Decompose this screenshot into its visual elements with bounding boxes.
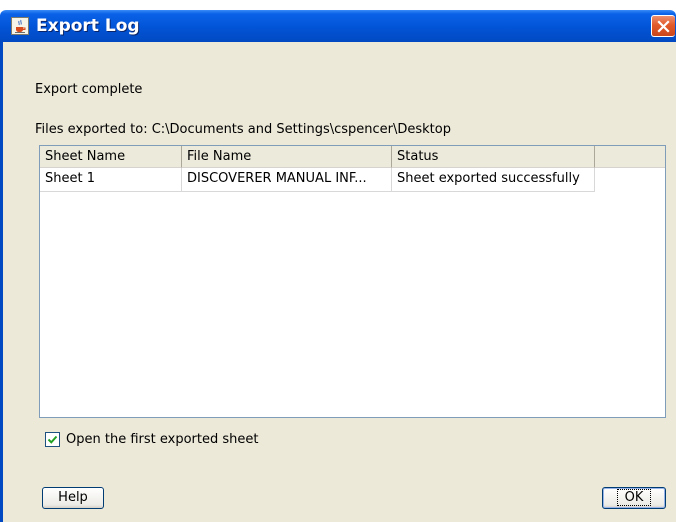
export-log-table[interactable]: Sheet Name File Name Status Sheet 1 DISC… xyxy=(39,145,666,418)
column-header-file-name[interactable]: File Name xyxy=(182,146,392,168)
column-header-filler xyxy=(595,146,665,168)
cell-file-name: DISCOVERER MANUAL INF... xyxy=(182,168,392,191)
window-title: Export Log xyxy=(36,16,140,36)
checkmark-icon xyxy=(47,435,58,444)
close-button[interactable] xyxy=(651,15,675,37)
open-first-sheet-checkbox[interactable] xyxy=(45,432,60,447)
close-icon xyxy=(657,20,670,33)
java-cup-icon xyxy=(11,17,29,35)
title-bar[interactable]: Export Log xyxy=(0,10,676,42)
export-log-dialog: Export Log Export complete Files exporte… xyxy=(0,10,676,522)
ok-button-label: OK xyxy=(616,489,652,506)
column-header-sheet-name[interactable]: Sheet Name xyxy=(40,146,182,168)
dialog-content: Export complete Files exported to: C:\Do… xyxy=(0,42,676,522)
column-header-status[interactable]: Status xyxy=(392,146,595,168)
table-header: Sheet Name File Name Status xyxy=(40,146,665,168)
help-button[interactable]: Help xyxy=(42,487,104,509)
cell-sheet-name: Sheet 1 xyxy=(40,168,182,191)
export-path-label: Files exported to: C:\Documents and Sett… xyxy=(35,122,451,137)
status-message: Export complete xyxy=(35,82,143,97)
open-first-sheet-label[interactable]: Open the first exported sheet xyxy=(66,432,258,447)
table-row[interactable]: Sheet 1 DISCOVERER MANUAL INF... Sheet e… xyxy=(40,168,595,192)
cell-status: Sheet exported successfully xyxy=(392,168,595,191)
open-first-sheet-option[interactable]: Open the first exported sheet xyxy=(45,432,258,447)
ok-button[interactable]: OK xyxy=(602,487,666,509)
